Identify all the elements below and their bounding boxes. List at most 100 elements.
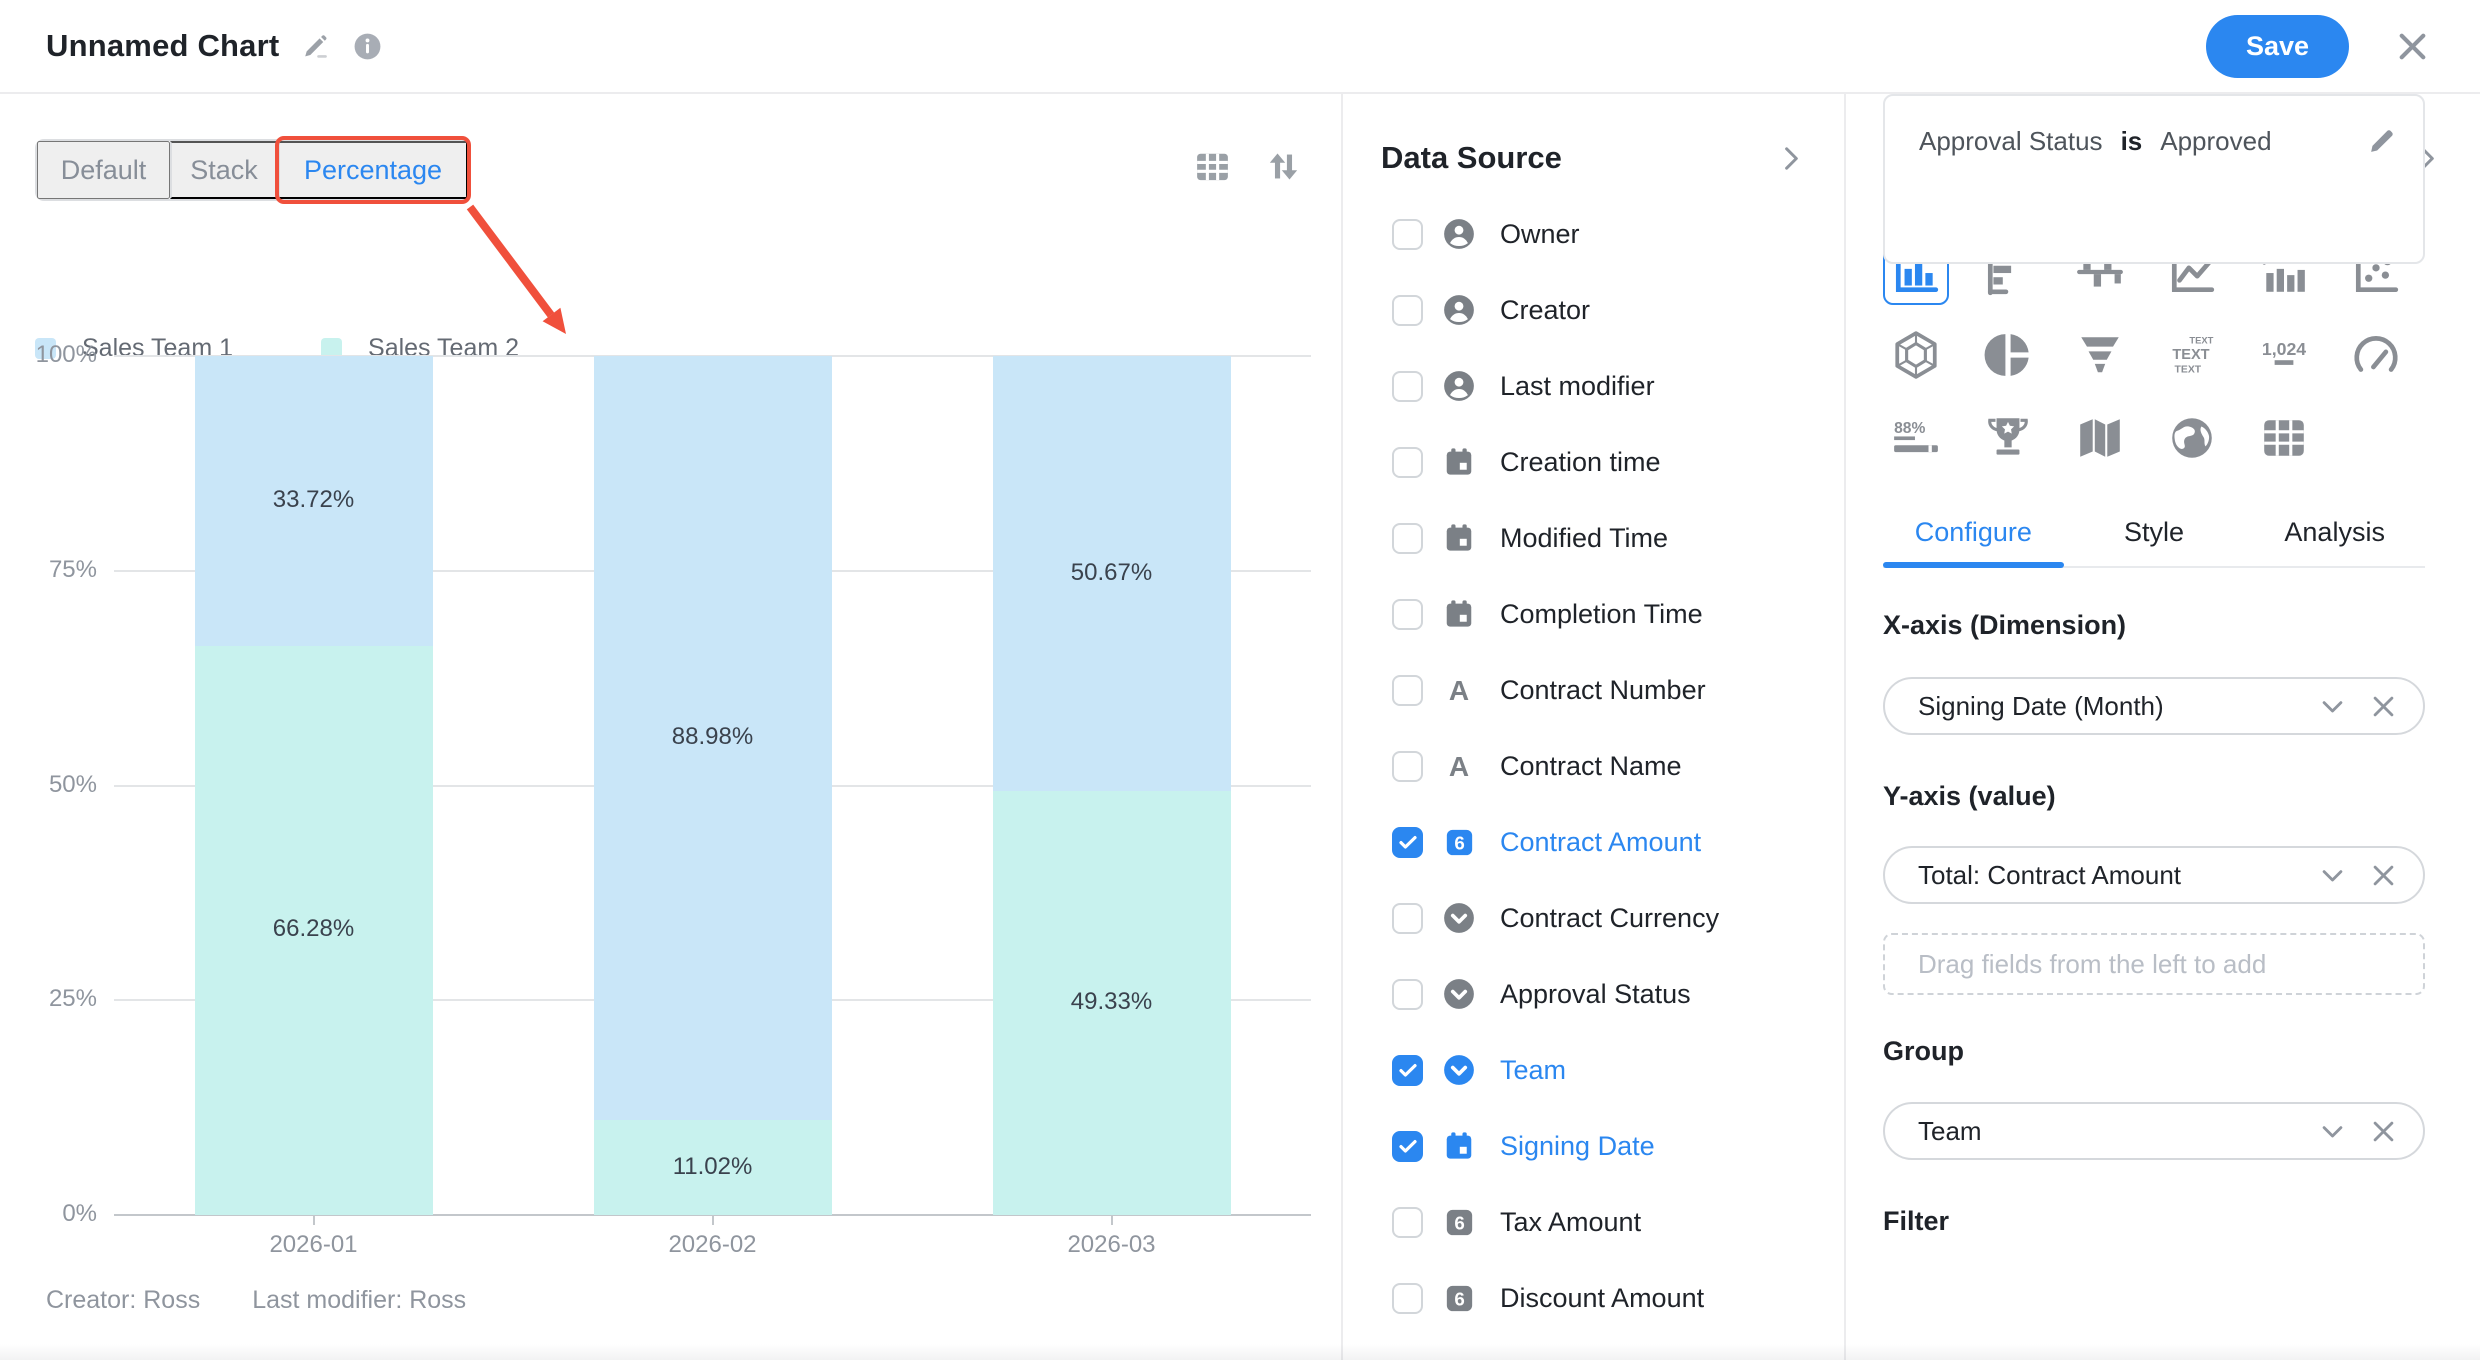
x-tick-label: 2026-02 (623, 1231, 803, 1259)
field-label: Approval Status (1500, 979, 1691, 1010)
chart-type-progress-icon[interactable]: 88% (1883, 405, 1949, 471)
field-row-completion-time[interactable]: Completion Time (1343, 576, 1844, 652)
field-row-team[interactable]: Team (1343, 1032, 1844, 1108)
tab-style[interactable]: Style (2064, 498, 2245, 566)
checkbox-owner[interactable] (1392, 219, 1423, 250)
edit-filter-icon[interactable] (2366, 126, 2397, 157)
chart-footer: Creator: Ross Last modifier: Ross (46, 1286, 466, 1315)
field-row-discount-amount[interactable]: 6Discount Amount (1343, 1260, 1844, 1336)
checkbox-completion-time[interactable] (1392, 599, 1423, 630)
last-modifier-text: Last modifier: Ross (252, 1286, 466, 1315)
chart-type-trophy-icon[interactable] (1975, 405, 2041, 471)
info-icon[interactable] (352, 31, 383, 62)
field-row-last-modifier[interactable]: Last modifier (1343, 348, 1844, 424)
field-row-signing-date[interactable]: Signing Date (1343, 1108, 1844, 1184)
group-section-label: Group (1883, 1036, 2425, 1067)
chart-type-radar-icon[interactable] (1883, 322, 1949, 388)
filter-field: Approval Status (1919, 126, 2103, 157)
checkbox-creator[interactable] (1392, 295, 1423, 326)
bar-value-label: 11.02% (613, 1153, 813, 1181)
chart-type-word-cloud-icon[interactable]: TEXTTEXTTEXT (2159, 322, 2225, 388)
checkbox-approval-status[interactable] (1392, 979, 1423, 1010)
chevron-down-icon[interactable] (2317, 691, 2348, 722)
view-tab-default[interactable]: Default (37, 141, 170, 199)
checkbox-contract-name[interactable] (1392, 751, 1423, 782)
y-tick-label: 25% (15, 985, 97, 1013)
chart-type-table-icon[interactable] (2251, 405, 2317, 471)
checkbox-modified-time[interactable] (1392, 523, 1423, 554)
chart-config-panel: Chart TEXTTEXTTEXT1,02488% ConfigureStyl… (1846, 94, 2480, 1360)
y-tick-label: 0% (15, 1200, 97, 1228)
tab-analysis[interactable]: Analysis (2244, 498, 2425, 566)
number-field-icon: 6 (1442, 825, 1476, 859)
checkbox-discount-amount[interactable] (1392, 1283, 1423, 1314)
edit-title-icon[interactable] (301, 32, 330, 61)
checkbox-contract-amount[interactable] (1392, 827, 1423, 858)
chart-type-funnel-icon[interactable] (2067, 322, 2133, 388)
group-field-select[interactable]: Team (1883, 1102, 2425, 1160)
view-tab-stack[interactable]: Stack (170, 141, 278, 199)
x-axis-tick (313, 1216, 315, 1225)
x-axis-field-select[interactable]: Signing Date (Month) (1883, 677, 2425, 735)
field-row-contract-amount[interactable]: 6Contract Amount (1343, 804, 1844, 880)
field-row-owner[interactable]: Owner (1343, 196, 1844, 272)
field-label: Creator (1500, 295, 1590, 326)
y-axis-field-select[interactable]: Total: Contract Amount (1883, 846, 2425, 904)
svg-text:TEXT: TEXT (2189, 336, 2213, 346)
checkbox-signing-date[interactable] (1392, 1131, 1423, 1162)
field-row-approval-status[interactable]: Approval Status (1343, 956, 1844, 1032)
table-view-icon[interactable] (1192, 146, 1233, 187)
close-icon[interactable] (2391, 25, 2434, 68)
field-row-creator[interactable]: Creator (1343, 272, 1844, 348)
config-tabs: ConfigureStyleAnalysis (1883, 498, 2425, 568)
chart-type-gauge-icon[interactable] (2343, 322, 2409, 388)
checkbox-team[interactable] (1392, 1055, 1423, 1086)
field-label: Team (1500, 1055, 1566, 1086)
chart-type-globe-icon[interactable] (2159, 405, 2225, 471)
checkbox-creation-time[interactable] (1392, 447, 1423, 478)
field-row-modified-time[interactable]: Modified Time (1343, 500, 1844, 576)
person-field-icon (1442, 217, 1476, 251)
filter-rule: Approval Status is Approved (1919, 126, 2397, 157)
clear-field-icon[interactable] (2368, 860, 2399, 891)
y-axis-field-value: Total: Contract Amount (1918, 860, 2297, 891)
person-field-icon (1442, 293, 1476, 327)
x-axis-field-value: Signing Date (Month) (1918, 691, 2297, 722)
x-axis-tick (712, 1216, 714, 1225)
filter-section-label: Filter (1883, 1206, 2425, 1237)
y-axis-section-label: Y-axis (value) (1883, 781, 2425, 812)
view-tab-percentage[interactable]: Percentage (278, 141, 468, 199)
bar-value-label: 66.28% (214, 915, 414, 943)
field-row-contract-name[interactable]: AContract Name (1343, 728, 1844, 804)
main: DefaultStackPercentage Sales Team 1Sales… (0, 94, 2480, 1360)
field-label: Creation time (1500, 447, 1661, 478)
field-row-tax-amount[interactable]: 6Tax Amount (1343, 1184, 1844, 1260)
collapse-data-source-icon[interactable] (1775, 143, 1806, 174)
checkbox-contract-currency[interactable] (1392, 903, 1423, 934)
clear-field-icon[interactable] (2368, 1116, 2399, 1147)
chart-type-map-icon[interactable] (2067, 405, 2133, 471)
chevron-down-icon[interactable] (2317, 1116, 2348, 1147)
field-label: Modified Time (1500, 523, 1668, 554)
field-row-contract-currency[interactable]: Contract Currency (1343, 880, 1844, 956)
field-label: Contract Name (1500, 751, 1682, 782)
chart-type-number-icon[interactable]: 1,024 (2251, 322, 2317, 388)
filter-rule-card: Approval Status is Approved (1883, 94, 2425, 264)
checkbox-last-modifier[interactable] (1392, 371, 1423, 402)
checkbox-contract-number[interactable] (1392, 675, 1423, 706)
field-row-creation-time[interactable]: Creation time (1343, 424, 1844, 500)
chart-type-pie-icon[interactable] (1975, 322, 2041, 388)
y-axis-dropzone[interactable]: Drag fields from the left to add (1883, 933, 2425, 995)
chevron-down-icon[interactable] (2317, 860, 2348, 891)
clear-field-icon[interactable] (2368, 691, 2399, 722)
calendar-field-icon (1442, 521, 1476, 555)
tab-configure[interactable]: Configure (1883, 498, 2064, 566)
sort-icon[interactable] (1263, 146, 1304, 187)
field-label: Owner (1500, 219, 1580, 250)
x-axis-section-label: X-axis (Dimension) (1883, 610, 2425, 641)
save-button[interactable]: Save (2206, 15, 2349, 78)
checkbox-tax-amount[interactable] (1392, 1207, 1423, 1238)
field-row-contract-number[interactable]: AContract Number (1343, 652, 1844, 728)
filter-value: Approved (2160, 126, 2271, 157)
x-axis-tick (1111, 1216, 1113, 1225)
